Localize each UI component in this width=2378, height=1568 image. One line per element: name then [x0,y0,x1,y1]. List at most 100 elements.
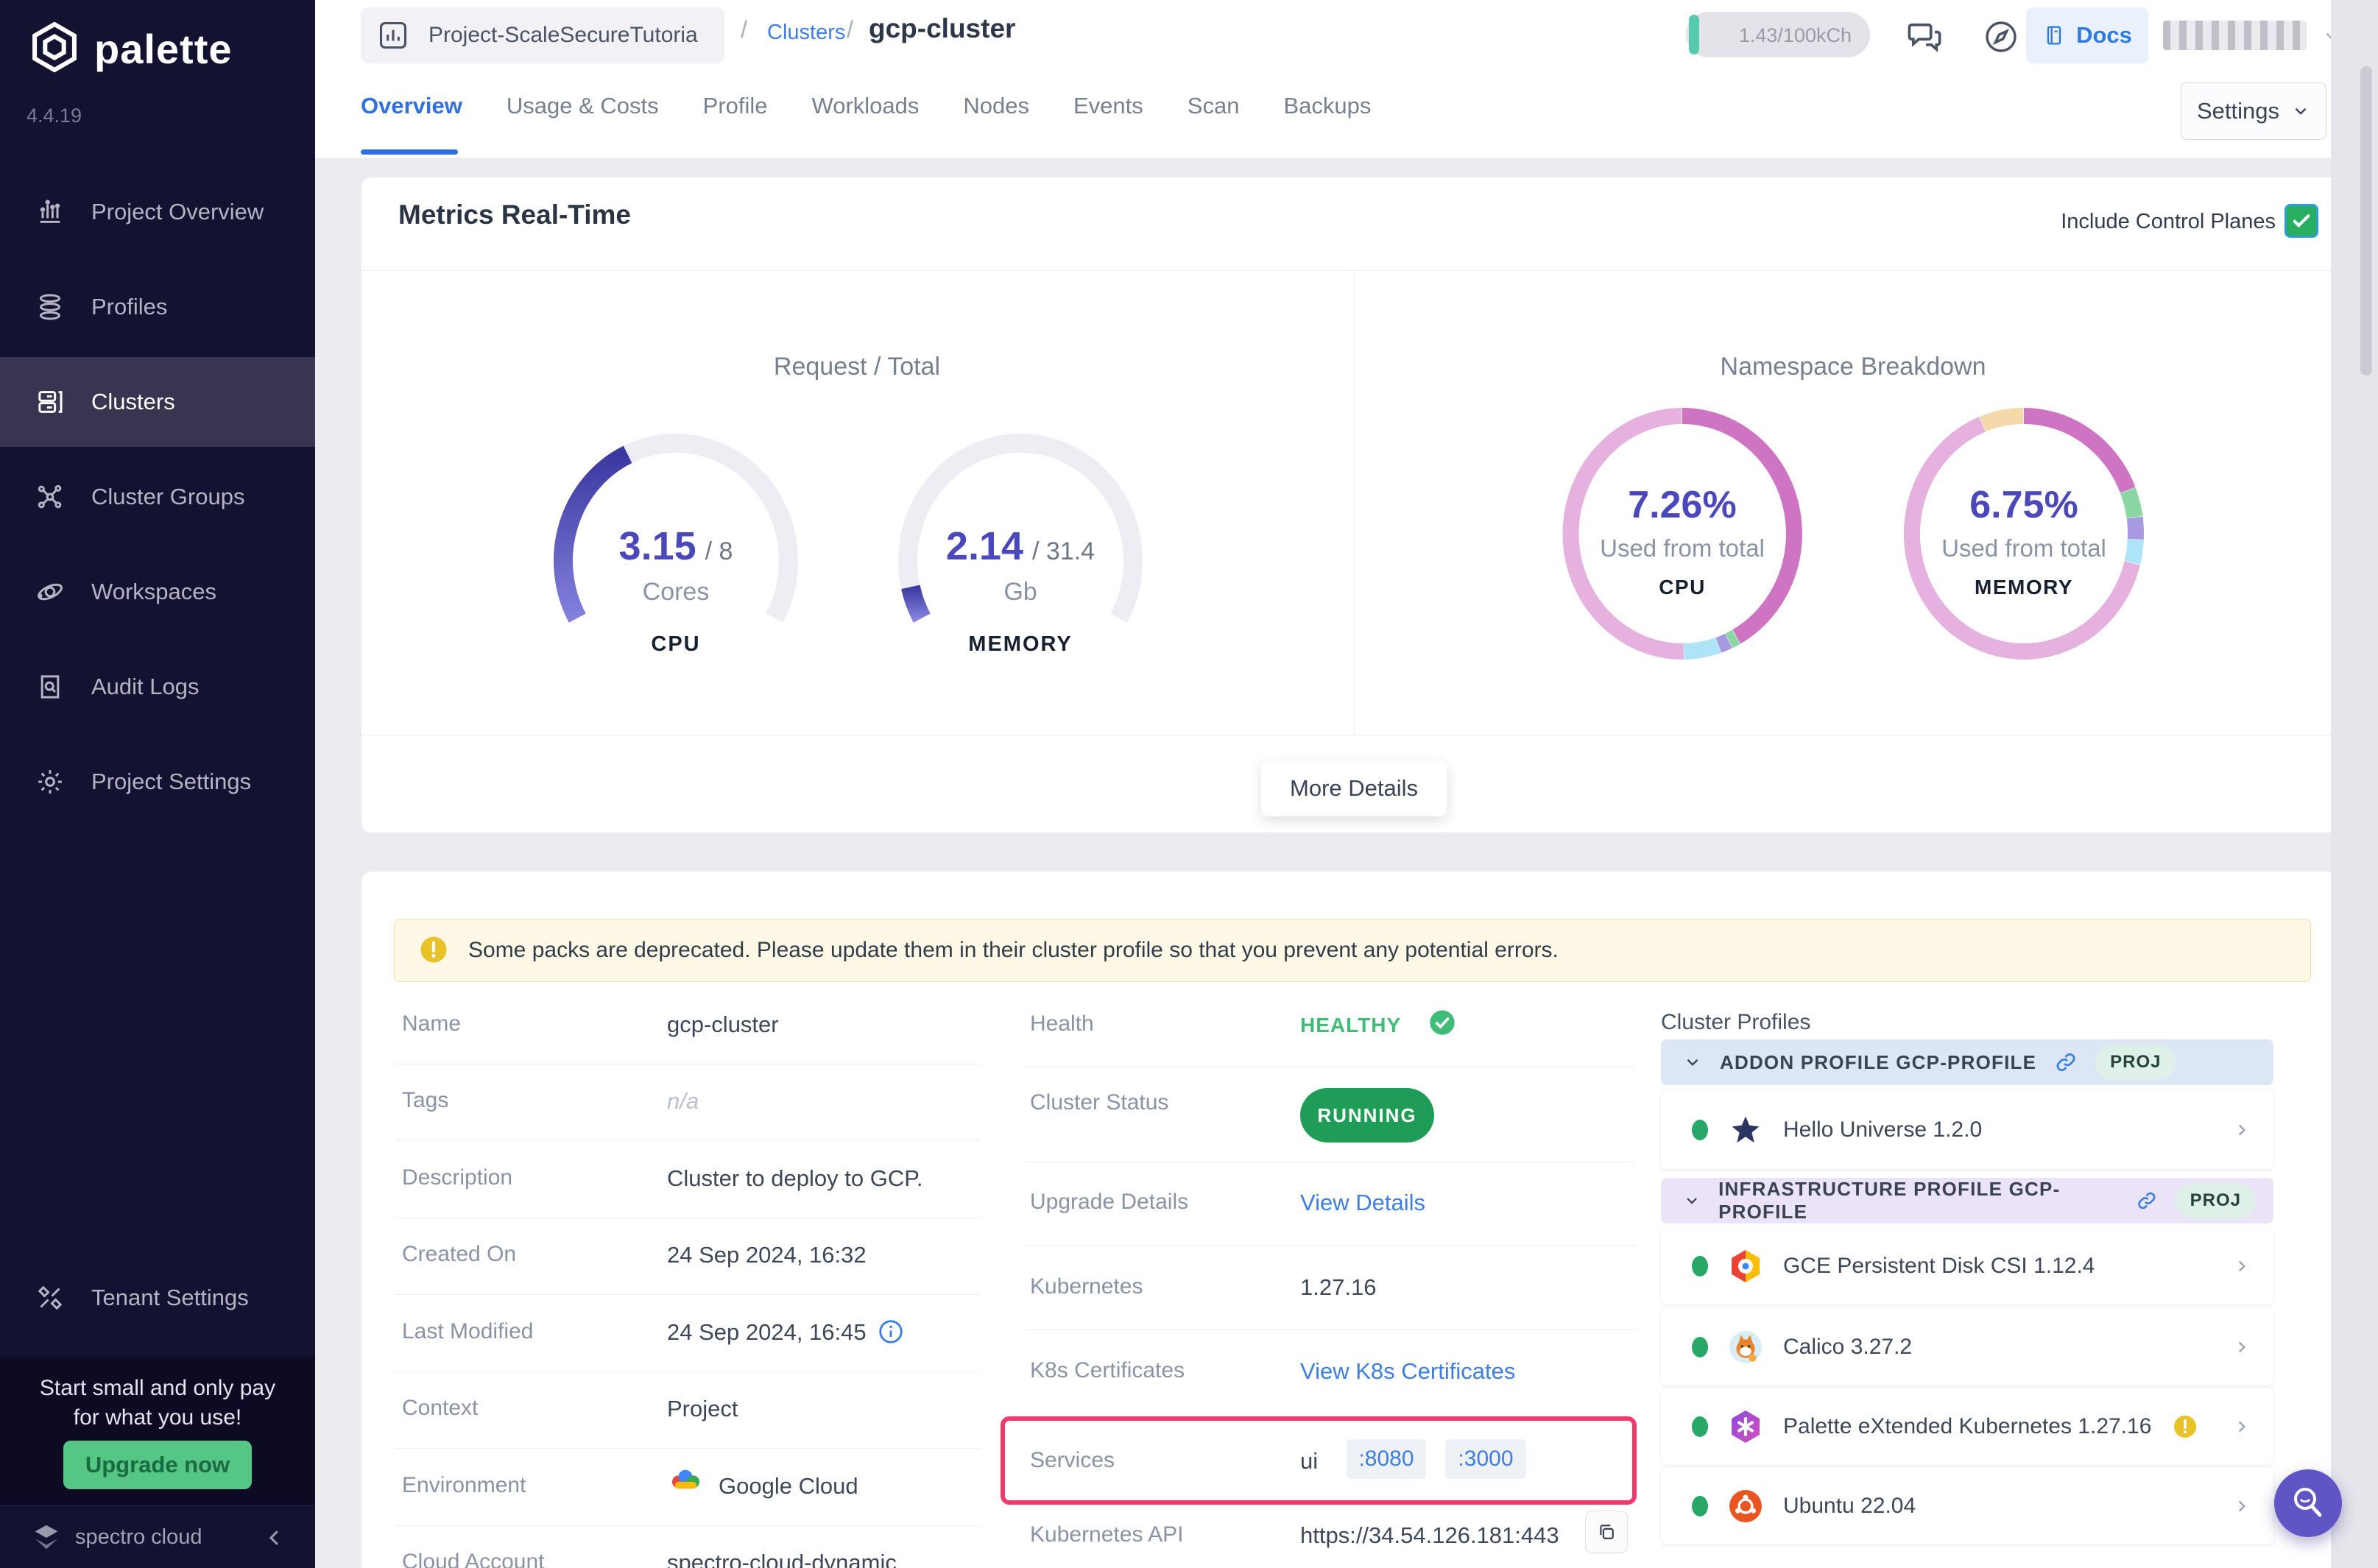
docs-label: Docs [2076,22,2132,49]
kubernetes-value: 1.27.16 [1300,1274,1376,1301]
cloud-account-value: spectro-cloud-dynamic [667,1550,897,1568]
tab-workloads[interactable]: Workloads [812,93,920,119]
chevron-down-icon [1683,1053,1702,1072]
tags-label: Tags [402,1088,448,1113]
pack-warning-icon [2172,1413,2198,1440]
sidebar-item-clusters[interactable]: Clusters [0,357,315,447]
usage-meter[interactable]: 1.43/100kCh [1686,12,1870,57]
tab-backups[interactable]: Backups [1283,93,1371,119]
include-control-planes-label: Include Control Planes [1981,210,2276,234]
profile-pack-palette-kubernetes[interactable]: Palette eXtended Kubernetes 1.27.16 [1661,1388,2273,1465]
promo-line-1: Start small and only pay [0,1376,315,1401]
magnifier-smile-icon [2284,1480,2332,1527]
created-on-value: 24 Sep 2024, 16:32 [667,1242,867,1268]
view-k8s-certificates-link[interactable]: View K8s Certificates [1300,1358,1515,1385]
tab-overview[interactable]: Overview [361,93,462,119]
collapse-sidebar-icon[interactable] [264,1527,286,1549]
cluster-status-label: Cluster Status [1030,1090,1168,1115]
breadcrumb-separator: / [741,16,747,43]
bar-chart-icon [35,197,65,227]
chat-icon[interactable] [1905,18,1944,56]
profile-pack-ubuntu[interactable]: Ubuntu 22.04 [1661,1468,2273,1544]
copy-api-button[interactable] [1585,1511,1628,1553]
sidebar-footer: spectro cloud [0,1505,315,1568]
profile-pack-calico[interactable]: Calico 3.27.2 [1661,1309,2273,1385]
info-icon[interactable] [877,1318,905,1346]
service-port-8080-link[interactable]: :8080 [1347,1439,1426,1479]
upgrade-now-button[interactable]: Upgrade now [63,1441,252,1489]
profile-pack-gce-disk[interactable]: GCE Persistent Disk CSI 1.12.4 [1661,1228,2273,1304]
last-modified-label: Last Modified [402,1319,533,1344]
addon-profile-header[interactable]: ADDON PROFILE GCP-PROFILE PROJ [1661,1039,2273,1085]
palette-logo-icon [27,19,82,75]
sidebar-item-audit-logs[interactable]: Audit Logs [0,642,315,732]
sidebar-item-profiles[interactable]: Profiles [0,262,315,352]
promo-line-2: for what you use! [0,1405,315,1430]
clusters-icon [35,387,65,417]
google-cloud-icon [667,1466,704,1494]
project-scope-badge: PROJ [2176,1183,2256,1218]
tab-profile[interactable]: Profile [703,93,768,119]
include-control-planes-checkbox[interactable] [2284,204,2318,238]
pack-status-dot [1692,1496,1708,1516]
upgrade-details-label: Upgrade Details [1030,1190,1188,1215]
pack-status-dot [1692,1337,1708,1357]
compass-icon[interactable] [1983,19,2019,54]
services-label: Services [1030,1448,1115,1473]
sidebar-item-project-overview[interactable]: Project Overview [0,167,315,257]
health-label: Health [1030,1011,1094,1036]
sidebar: palette 4.4.19 Project Overview Profiles… [0,0,315,1568]
metrics-divider [1354,270,1355,735]
ubuntu-icon [1729,1488,1763,1524]
deprecated-packs-banner: Some packs are deprecated. Please update… [394,919,2311,982]
scrollbar-thumb[interactable] [2360,66,2372,375]
project-breadcrumb-pill[interactable]: Project-ScaleSecureTutoria [361,7,724,63]
sidebar-item-tenant-settings[interactable]: Tenant Settings [0,1253,315,1343]
gce-persistent-disk-icon [1729,1249,1763,1284]
tab-nodes[interactable]: Nodes [963,93,1029,119]
orbit-icon [35,577,65,607]
healthy-check-icon [1428,1008,1457,1037]
cpu-donut-center: 7.26% Used from total CPU [1572,483,1793,599]
chevron-right-icon [2232,1338,2251,1357]
app-root: palette 4.4.19 Project Overview Profiles… [0,0,2378,1568]
chevron-right-icon [2232,1120,2251,1140]
name-label: Name [402,1011,461,1036]
infrastructure-profile-header[interactable]: INFRASTRUCTURE PROFILE GCP-PROFILE PROJ [1661,1178,2273,1223]
tags-value: n/a [667,1088,699,1115]
more-details-button[interactable]: More Details [1261,760,1447,816]
link-icon[interactable] [2136,1189,2158,1212]
cluster-tabs: Overview Usage & Costs Profile Workloads… [361,93,1371,119]
settings-button[interactable]: Settings [2181,82,2326,140]
service-port-3000-link[interactable]: :3000 [1445,1439,1526,1479]
view-details-link[interactable]: View Details [1300,1190,1425,1216]
sidebar-item-cluster-groups[interactable]: Cluster Groups [0,452,315,542]
docs-button[interactable]: Docs [2026,7,2148,63]
sidebar-item-project-settings[interactable]: Project Settings [0,737,315,827]
tab-scan[interactable]: Scan [1188,93,1240,119]
tab-events[interactable]: Events [1073,93,1143,119]
name-value: gcp-cluster [667,1011,779,1038]
banner-text: Some packs are deprecated. Please update… [468,938,1559,963]
support-search-fab[interactable] [2274,1469,2342,1537]
profile-pack-hello-universe[interactable]: Hello Universe 1.2.0 [1661,1091,2273,1169]
sidebar-item-workspaces[interactable]: Workspaces [0,547,315,637]
environment-label: Environment [402,1473,526,1498]
chevron-down-icon [2291,102,2310,121]
gear-icon [35,767,65,797]
breadcrumb-clusters-link[interactable]: Clusters [767,21,845,45]
tab-usage-costs[interactable]: Usage & Costs [507,93,659,119]
user-menu-redacted[interactable] [2163,21,2307,50]
project-scope-icon [377,19,409,52]
chevron-right-icon [2232,1257,2251,1276]
metrics-title: Metrics Real-Time [398,199,631,230]
breadcrumb-project: Project-ScaleSecureTutoria [428,23,698,48]
link-icon[interactable] [2054,1050,2078,1074]
cluster-profiles-title: Cluster Profiles [1661,1010,1810,1035]
environment-value: Google Cloud [719,1473,858,1500]
request-total-title: Request / Total [636,353,1078,381]
upgrade-promo: Start small and only pay for what you us… [0,1357,315,1505]
breadcrumb-separator-2: / [847,16,853,43]
namespace-breakdown-title: Namespace Breakdown [1632,353,2074,381]
tools-icon [35,1283,65,1313]
